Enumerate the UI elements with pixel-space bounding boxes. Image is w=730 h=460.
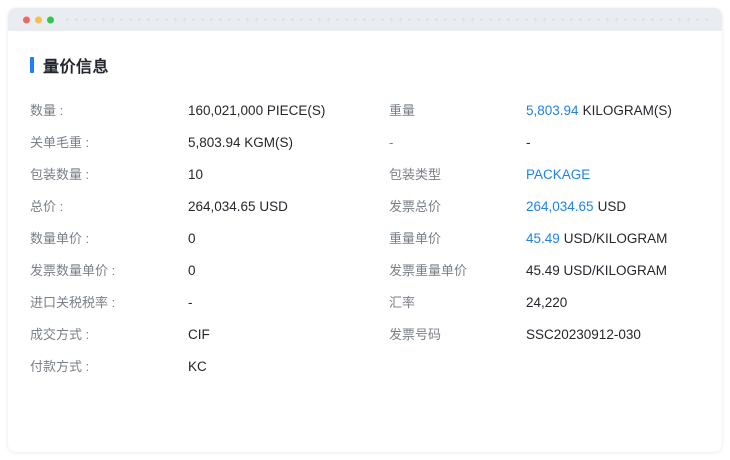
minimize-button-icon[interactable] (35, 16, 42, 23)
field-value-invoice-total: 264,034.65 USD (526, 191, 700, 223)
empty-value: - (526, 135, 531, 150)
field-value-invoice-number: SSC20230912-030 (526, 319, 700, 351)
close-button-icon[interactable] (23, 16, 30, 23)
section-header: 量价信息 (30, 53, 700, 77)
field-value-package-quantity: 10 (188, 167, 204, 182)
field-value-customs-gross-weight: 5,803.94 KGM(S) (188, 135, 294, 150)
field-value-empty: - (526, 127, 700, 159)
invoice-total-unit: USD (597, 199, 627, 214)
field-label-weight-unit-price: 重量单价 (389, 231, 442, 246)
maximize-button-icon[interactable] (47, 16, 54, 23)
title-accent-bar (30, 57, 34, 73)
field-label-total-price: 总价 : (30, 199, 64, 214)
field-value-invoice-quantity-unit-price: 0 (188, 263, 196, 278)
field-value-exchange-rate: 24,220 (526, 287, 700, 319)
section-title: 量价信息 (43, 59, 110, 76)
window-titlebar (8, 8, 722, 31)
quantity-price-section: 量价信息 数量 : 160,021,000 PIECE(S) 重量 5,803.… (8, 31, 722, 383)
field-label-exchange-rate: 汇率 (389, 295, 416, 310)
field-value-blank (526, 351, 700, 383)
invoice-number-text: SSC20230912-030 (526, 327, 641, 342)
field-label-quantity: 数量 : (30, 103, 64, 118)
field-label-package-quantity: 包装数量 : (30, 167, 90, 182)
titlebar-dotted-divider (66, 18, 710, 21)
field-label-blank (389, 351, 526, 383)
info-grid: 数量 : 160,021,000 PIECE(S) 重量 5,803.94 KIL… (30, 95, 700, 383)
field-value-invoice-weight-unit-price: 45.49 USD/KILOGRAM (526, 255, 700, 287)
field-label-invoice-quantity-unit-price: 发票数量单价 : (30, 263, 116, 278)
field-label-invoice-number: 发票号码 (389, 327, 442, 342)
field-label-package-type: 包装类型 (389, 167, 442, 182)
field-value-weight: 5,803.94 KILOGRAM(S) (526, 95, 700, 127)
weight-link[interactable]: 5,803.94 (526, 103, 579, 118)
weight-unit-price-unit: USD/KILOGRAM (563, 231, 668, 246)
field-label-invoice-weight-unit-price: 发票重量单价 (389, 263, 468, 278)
field-value-package-type: PACKAGE (526, 159, 700, 191)
browser-window: 量价信息 数量 : 160,021,000 PIECE(S) 重量 5,803.… (8, 8, 722, 452)
field-label-invoice-total: 发票总价 (389, 199, 442, 214)
field-value-payment-method: KC (188, 359, 207, 374)
field-label-import-tariff-rate: 进口关税税率 : (30, 295, 116, 310)
weight-unit: KILOGRAM(S) (582, 103, 672, 118)
exchange-rate-text: 24,220 (526, 295, 568, 310)
field-value-quantity-unit-price: 0 (188, 231, 196, 246)
invoice-total-link[interactable]: 264,034.65 (526, 199, 594, 214)
window-controls (23, 16, 54, 23)
field-value-trade-terms: CIF (188, 327, 210, 342)
field-label-quantity-unit-price: 数量单价 : (30, 231, 90, 246)
field-label-customs-gross-weight: 关单毛重 : (30, 135, 90, 150)
field-label-payment-method: 付款方式 : (30, 359, 90, 374)
field-value-weight-unit-price: 45.49 USD/KILOGRAM (526, 223, 700, 255)
field-value-quantity: 160,021,000 PIECE(S) (188, 103, 326, 118)
weight-unit-price-link[interactable]: 45.49 (526, 231, 560, 246)
field-value-import-tariff-rate: - (188, 295, 193, 310)
field-label-trade-terms: 成交方式 : (30, 327, 90, 342)
field-value-total-price: 264,034.65 USD (188, 199, 288, 214)
invoice-weight-unit-price-text: 45.49 USD/KILOGRAM (526, 263, 668, 278)
field-label-empty: - (389, 135, 394, 150)
field-label-weight: 重量 (389, 103, 416, 118)
package-type-link[interactable]: PACKAGE (526, 167, 590, 182)
